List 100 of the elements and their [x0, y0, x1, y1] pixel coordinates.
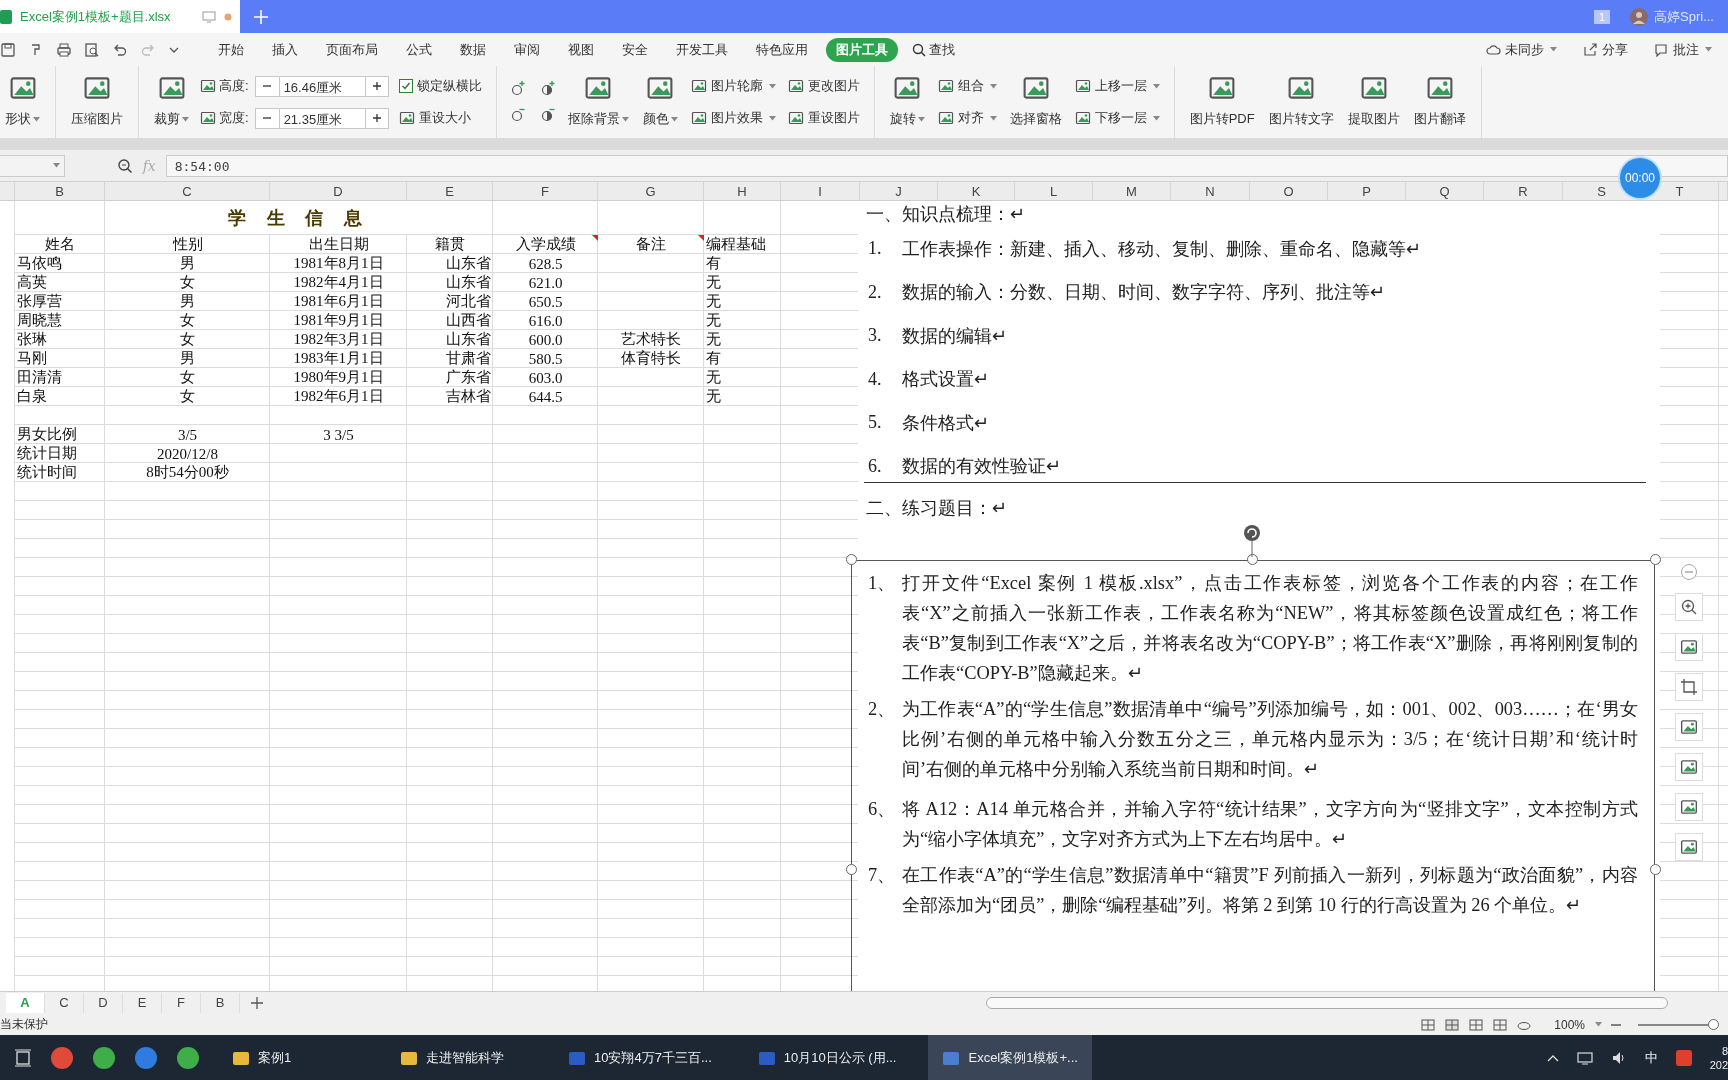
app-icon[interactable] — [134, 1045, 158, 1070]
zoom-slider-thumb[interactable] — [1708, 1018, 1719, 1030]
ribbon-button[interactable]: 图片转PDF — [1186, 70, 1258, 134]
column-header[interactable]: P — [1362, 183, 1371, 199]
menu-tab[interactable]: 安全 — [612, 37, 658, 62]
ribbon-button[interactable]: 颜色 — [639, 70, 681, 134]
ribbon-button[interactable]: 压缩图片 — [68, 70, 126, 134]
checkbox[interactable] — [398, 79, 413, 93]
clock-date[interactable]: 202 — [1709, 1057, 1728, 1072]
column-header[interactable]: K — [971, 183, 981, 199]
ribbon-button[interactable]: 图片效果 — [688, 107, 778, 129]
image-tool-button[interactable] — [1675, 833, 1703, 861]
taskbar-button[interactable]: Excel案例1模板+... — [928, 1035, 1092, 1080]
ribbon-button[interactable]: 更改图片 — [785, 75, 862, 97]
resize-handle[interactable] — [1650, 554, 1661, 565]
ribbon-button[interactable]: 提取图片 — [1344, 70, 1403, 134]
decrement-button[interactable] — [254, 75, 279, 97]
ribbon-button[interactable]: 旋转 — [886, 70, 928, 134]
ribbon-button[interactable]: 图片轮廓 — [688, 75, 778, 97]
toolbar-button[interactable]: 批注 — [1648, 39, 1718, 60]
resize-handle[interactable] — [1650, 864, 1661, 875]
toolbar-button[interactable]: 分享 — [1577, 39, 1634, 60]
menu-tab[interactable]: 页面布局 — [316, 37, 388, 62]
image-tool-button[interactable] — [1675, 753, 1703, 781]
decrement-button[interactable] — [254, 107, 279, 129]
column-header[interactable]: Q — [1439, 183, 1450, 199]
sheet-tab[interactable]: E — [123, 993, 162, 1013]
toolbar-button[interactable]: 未同步 — [1480, 39, 1563, 60]
app-icon[interactable] — [92, 1045, 116, 1070]
menu-tab[interactable]: 开发工具 — [666, 37, 738, 62]
menu-tab[interactable]: 特色应用 — [746, 37, 818, 62]
menu-tab[interactable]: 数据 — [450, 37, 496, 62]
resize-handle[interactable] — [846, 864, 857, 875]
column-header[interactable]: F — [541, 183, 549, 199]
caret-icon[interactable] — [1595, 1022, 1602, 1027]
ribbon-button[interactable]: 选择窗格 — [1006, 70, 1065, 134]
ribbon-button[interactable]: 下移一层 — [1072, 107, 1162, 129]
size-field[interactable]: 21.35厘米 — [278, 107, 365, 129]
column-header[interactable]: E — [445, 183, 454, 199]
network-icon[interactable] — [1576, 1049, 1593, 1066]
menu-tab[interactable]: 开始 — [208, 37, 254, 62]
image-tool-button[interactable] — [1675, 673, 1703, 701]
taskbar-button[interactable]: 走进智能科学 — [386, 1035, 536, 1080]
sheet-tab[interactable]: F — [162, 993, 201, 1013]
save-icon[interactable] — [0, 41, 16, 58]
column-header[interactable]: L — [1049, 183, 1058, 199]
menu-tab[interactable]: 审阅 — [504, 37, 550, 62]
zoom-icon[interactable] — [116, 157, 133, 174]
column-header[interactable]: C — [182, 183, 192, 199]
add-sheet-icon[interactable] — [250, 996, 264, 1010]
view-mode-icon[interactable] — [1492, 1016, 1509, 1033]
ribbon-button[interactable]: 对齐 — [935, 107, 999, 129]
image-tool-button[interactable] — [1675, 593, 1703, 621]
ribbon-button[interactable]: 重设图片 — [785, 107, 862, 129]
task-view-icon[interactable] — [14, 1048, 32, 1067]
rotate-handle[interactable] — [1242, 523, 1262, 557]
column-header[interactable]: T — [1675, 183, 1684, 199]
column-header[interactable]: J — [895, 183, 902, 199]
menu-tab[interactable]: 插入 — [262, 37, 308, 62]
ribbon-button[interactable]: 组合 — [935, 75, 999, 97]
image-tool-button[interactable] — [1675, 793, 1703, 821]
app-icon[interactable] — [176, 1045, 200, 1070]
view-mode-icon[interactable] — [1420, 1016, 1437, 1033]
column-header[interactable]: R — [1518, 183, 1528, 199]
view-mode-icon[interactable] — [1468, 1016, 1485, 1033]
print-preview-icon[interactable] — [84, 41, 100, 58]
new-tab-icon[interactable] — [254, 9, 268, 24]
ribbon-button[interactable]: 重设大小 — [396, 107, 484, 129]
ribbon-button[interactable]: 图片转文字 — [1265, 70, 1337, 134]
zoom-level[interactable]: 100% — [1554, 1017, 1585, 1032]
horizontal-scrollbar[interactable] — [986, 997, 1668, 1009]
sheet-tab[interactable]: D — [84, 993, 123, 1013]
column-header[interactable]: H — [737, 183, 747, 199]
taskbar-button[interactable]: 10月10日公示 (用... — [743, 1035, 911, 1080]
sheet-tab[interactable]: C — [45, 993, 84, 1013]
ribbon-button[interactable]: 裁剪 — [151, 70, 192, 134]
ribbon-button[interactable]: 抠除背景 — [564, 70, 632, 134]
taskbar-button[interactable]: 案例1 — [218, 1035, 368, 1080]
column-header[interactable]: S — [1597, 183, 1606, 199]
ribbon-button[interactable]: 形状 — [2, 70, 43, 134]
column-header[interactable]: N — [1205, 183, 1215, 199]
sheet-tab[interactable]: B — [201, 993, 240, 1013]
increment-button[interactable] — [364, 107, 389, 129]
app-icon[interactable] — [50, 1045, 74, 1070]
image-tool-button[interactable] — [1675, 633, 1703, 661]
view-mode-icon[interactable] — [1444, 1016, 1461, 1033]
resize-handle[interactable] — [1247, 554, 1258, 565]
ribbon-button[interactable]: 图片翻译 — [1410, 70, 1469, 134]
column-header[interactable]: O — [1283, 183, 1294, 199]
checkbox-label[interactable]: 锁定纵横比 — [416, 77, 482, 95]
column-header[interactable]: B — [55, 183, 64, 199]
column-header[interactable]: I — [818, 183, 822, 199]
menu-tab[interactable]: 公式 — [396, 37, 442, 62]
input-method[interactable]: 中 — [1644, 1048, 1658, 1067]
app-icon[interactable] — [1675, 1049, 1692, 1066]
increment-button[interactable] — [364, 75, 389, 97]
ribbon-button[interactable]: 上移一层 — [1072, 75, 1162, 97]
file-tab[interactable]: Excel案例1模板+题目.xlsx — [0, 0, 240, 33]
taskbar-button[interactable]: 10安翔4万7千三百... — [554, 1035, 726, 1080]
menu-tab[interactable]: 视图 — [558, 37, 604, 62]
